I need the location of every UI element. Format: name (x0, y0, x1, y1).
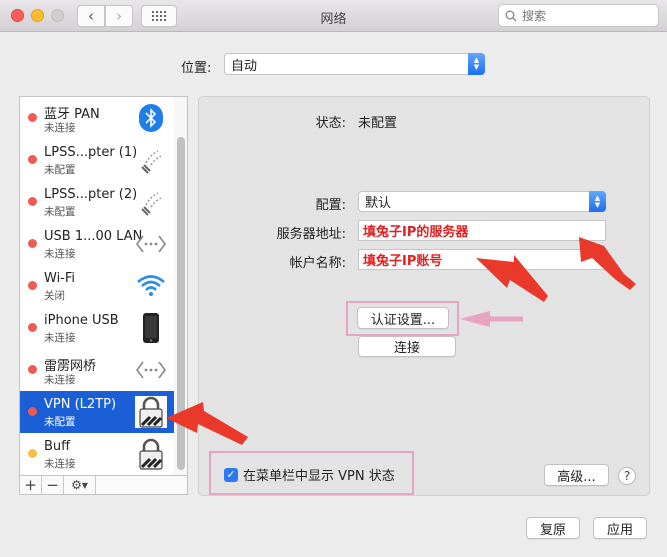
title-bar: ‹ › 网络 (0, 0, 667, 32)
service-item[interactable]: LPSS...pter (2) 未配置 (20, 181, 174, 223)
service-name: LPSS...pter (2) (44, 187, 138, 202)
status-dot (28, 323, 37, 332)
vpn-lock-icon (135, 438, 167, 470)
config-label: 配置: (315, 198, 346, 213)
service-name: LPSS...pter (1) (44, 145, 138, 160)
service-item[interactable]: iPhone USB 未连接 (20, 307, 174, 349)
service-status: 未配置 (44, 164, 76, 176)
scrollbar-thumb[interactable] (177, 137, 185, 470)
status-dot (28, 407, 37, 416)
service-name: Buff (44, 439, 71, 454)
status-dot (28, 197, 37, 206)
service-status: 未连接 (44, 332, 76, 344)
status-value: 未配置 (358, 116, 398, 131)
revert-button[interactable]: 复原 (526, 517, 580, 539)
location-select[interactable]: 自动 ▲ ▼ (224, 53, 485, 75)
auth-settings-button[interactable]: 认证设置... (357, 307, 449, 329)
phone-icon (135, 186, 167, 218)
service-status: 未连接 (44, 122, 76, 134)
account-name-field[interactable]: 填兔子IP账号 (358, 249, 606, 270)
vpn-lock-icon (135, 396, 167, 428)
status-dot (28, 365, 37, 374)
config-select[interactable]: 默认 ▲ ▼ (358, 191, 606, 212)
service-item[interactable]: 雷雳网桥 未连接 (20, 349, 174, 391)
service-status: 未连接 (44, 374, 76, 386)
service-item[interactable]: Buff 未连接 (20, 433, 174, 475)
wifi-icon (135, 270, 167, 302)
location-value: 自动 (231, 58, 258, 74)
service-item[interactable]: LPSS...pter (1) 未配置 (20, 139, 174, 181)
config-value: 默认 (365, 196, 392, 211)
service-status: 未配置 (44, 206, 76, 218)
help-button[interactable]: ? (618, 467, 636, 485)
bluetooth-icon (135, 102, 167, 134)
iphone-icon (135, 312, 167, 344)
status-dot (28, 113, 37, 122)
status-dot (28, 281, 37, 290)
service-list-toolbar: + − ⚙▾ (19, 475, 188, 495)
service-status: 未配置 (44, 416, 76, 428)
service-item[interactable]: Wi-Fi 关闭 (20, 265, 174, 307)
service-name: VPN (L2TP) (44, 397, 117, 412)
chevron-updown-icon: ▲ ▼ (468, 53, 485, 75)
bridge-icon (135, 354, 167, 386)
service-list[interactable]: 蓝牙 PAN 未连接 LPSS...pter (1) 未配置 LPSS...pter (… (19, 96, 188, 476)
connect-button[interactable]: 连接 (358, 336, 456, 357)
search-input[interactable] (522, 8, 642, 23)
add-service-button[interactable]: + (20, 476, 42, 494)
server-address-field[interactable]: 填兔子IP的服务器 (358, 220, 606, 241)
service-status: 关闭 (44, 290, 65, 302)
search-box[interactable] (498, 4, 659, 27)
show-vpn-status-checkbox[interactable]: ✓ 在菜单栏中显示 VPN 状态 (224, 465, 395, 484)
service-status: 未连接 (44, 458, 76, 470)
advanced-button[interactable]: 高级... (544, 464, 609, 486)
detail-panel (198, 96, 650, 496)
checkmark-icon: ✓ (224, 467, 238, 482)
ethernet-icon (135, 228, 167, 260)
status-dot (28, 239, 37, 248)
apply-button[interactable]: 应用 (593, 517, 647, 539)
phone-icon (135, 144, 167, 176)
service-name: Wi-Fi (44, 271, 76, 286)
status-dot (28, 155, 37, 164)
status-label: 状态: (315, 116, 346, 131)
chevron-updown-icon: ▲ ▼ (589, 191, 606, 212)
show-vpn-status-label: 在菜单栏中显示 VPN 状态 (243, 469, 395, 484)
location-label: 位置: (181, 61, 212, 76)
account-label: 帐户名称: (289, 256, 346, 271)
service-name: USB 1...00 LAN (44, 229, 143, 244)
server-label: 服务器地址: (276, 227, 346, 242)
search-icon (505, 10, 517, 21)
service-item[interactable]: 蓝牙 PAN 未连接 (20, 97, 174, 139)
status-dot (28, 449, 37, 458)
service-item[interactable]: VPN (L2TP) 未配置 (20, 391, 174, 433)
service-name: iPhone USB (44, 313, 119, 328)
service-item[interactable]: USB 1...00 LAN 未连接 (20, 223, 174, 265)
remove-service-button[interactable]: − (42, 476, 64, 494)
service-status: 未连接 (44, 248, 76, 260)
gear-menu-button[interactable]: ⚙▾ (64, 476, 96, 494)
